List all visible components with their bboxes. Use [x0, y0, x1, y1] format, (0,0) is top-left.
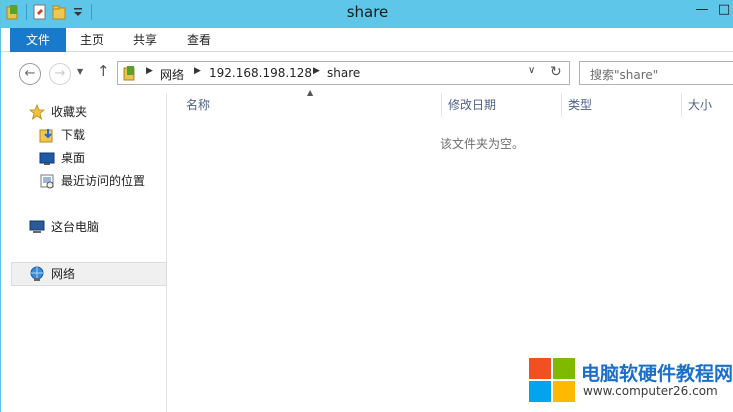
- desktop-icon: [39, 150, 55, 166]
- star-icon: [28, 103, 46, 120]
- sidebar-item-label: 桌面: [61, 151, 86, 165]
- column-divider[interactable]: [681, 93, 682, 117]
- downloads-folder-icon: [39, 127, 55, 143]
- column-header-name[interactable]: 名称: [186, 93, 210, 117]
- forward-button[interactable]: →: [49, 63, 71, 85]
- navigation-pane: 收藏夹 下载 桌面 最近访问的位置 这台电脑 网络: [1, 93, 167, 412]
- breadcrumb-separator-icon[interactable]: ▶: [146, 66, 153, 76]
- recent-places-icon: [39, 173, 55, 189]
- sidebar-item-label: 下载: [61, 128, 86, 142]
- sidebar-item-label: 这台电脑: [51, 220, 100, 234]
- computer-icon: [29, 219, 45, 235]
- logo-red-square: [529, 358, 551, 379]
- back-button[interactable]: ←: [19, 63, 41, 85]
- address-bar[interactable]: ▶ 网络 ▶ 192.168.198.128 ▶ share ∨ ↻: [117, 61, 570, 85]
- logo-green-square: [553, 358, 575, 379]
- column-header-type[interactable]: 类型: [568, 93, 592, 117]
- back-arrow-icon: ←: [24, 66, 36, 81]
- tab-share[interactable]: 共享: [119, 28, 171, 52]
- logo-blue-square: [529, 381, 551, 402]
- watermark-url: www.computer26.com: [583, 384, 718, 398]
- empty-folder-message: 该文件夹为空。: [440, 137, 525, 151]
- breadcrumb-separator-icon[interactable]: ▶: [313, 66, 320, 76]
- search-input[interactable]: 搜索"share": [579, 61, 733, 85]
- up-button[interactable]: ↑: [97, 62, 110, 80]
- sidebar-item-recent-places[interactable]: 最近访问的位置: [39, 170, 165, 192]
- sidebar-item-this-pc[interactable]: 这台电脑: [29, 216, 159, 238]
- sort-ascending-icon: ▲: [307, 88, 314, 97]
- title-bar: share — □: [1, 0, 733, 28]
- refresh-icon[interactable]: ↻: [550, 64, 562, 80]
- recent-locations-chevron-icon[interactable]: ▼: [77, 67, 83, 76]
- sidebar-item-network[interactable]: 网络: [11, 262, 167, 286]
- tab-view[interactable]: 查看: [173, 28, 225, 52]
- logo-yellow-square: [553, 381, 575, 402]
- breadcrumb-share[interactable]: share: [327, 66, 360, 80]
- address-folder-icon: [122, 65, 138, 81]
- tab-file[interactable]: 文件: [10, 28, 66, 52]
- sidebar-item-label: 收藏夹: [51, 105, 88, 119]
- breadcrumb-separator-icon[interactable]: ▶: [194, 66, 201, 76]
- sidebar-item-downloads[interactable]: 下载: [39, 124, 159, 146]
- column-divider[interactable]: [441, 93, 442, 117]
- sidebar-item-desktop[interactable]: 桌面: [39, 147, 159, 169]
- tab-home[interactable]: 主页: [67, 28, 117, 52]
- breadcrumb-network[interactable]: 网络: [160, 66, 184, 83]
- window-title: share: [346, 3, 389, 21]
- maximize-button[interactable]: □: [709, 0, 733, 22]
- column-header-date-modified[interactable]: 修改日期: [448, 93, 496, 117]
- network-icon: [29, 266, 45, 282]
- search-placeholder: 搜索"share": [590, 68, 659, 82]
- windows-logo-icon: [529, 358, 577, 404]
- sidebar-item-favorites[interactable]: 收藏夹: [28, 101, 159, 123]
- site-watermark: 电脑软硬件教程网 www.computer26.com: [529, 356, 733, 412]
- watermark-title: 电脑软硬件教程网: [581, 363, 733, 385]
- sidebar-item-label: 最近访问的位置: [61, 174, 146, 188]
- forward-arrow-icon: →: [54, 66, 66, 81]
- explorer-window: share — □ 文件 主页 共享 查看 ← → ▼ ↑ ▶ 网络 ▶ 192…: [0, 0, 733, 412]
- column-divider[interactable]: [561, 93, 562, 117]
- sidebar-item-label: 网络: [51, 267, 76, 281]
- address-history-dropdown-icon[interactable]: ∨: [528, 65, 535, 76]
- column-header-size[interactable]: 大小: [688, 93, 712, 117]
- breadcrumb-host[interactable]: 192.168.198.128: [209, 66, 312, 80]
